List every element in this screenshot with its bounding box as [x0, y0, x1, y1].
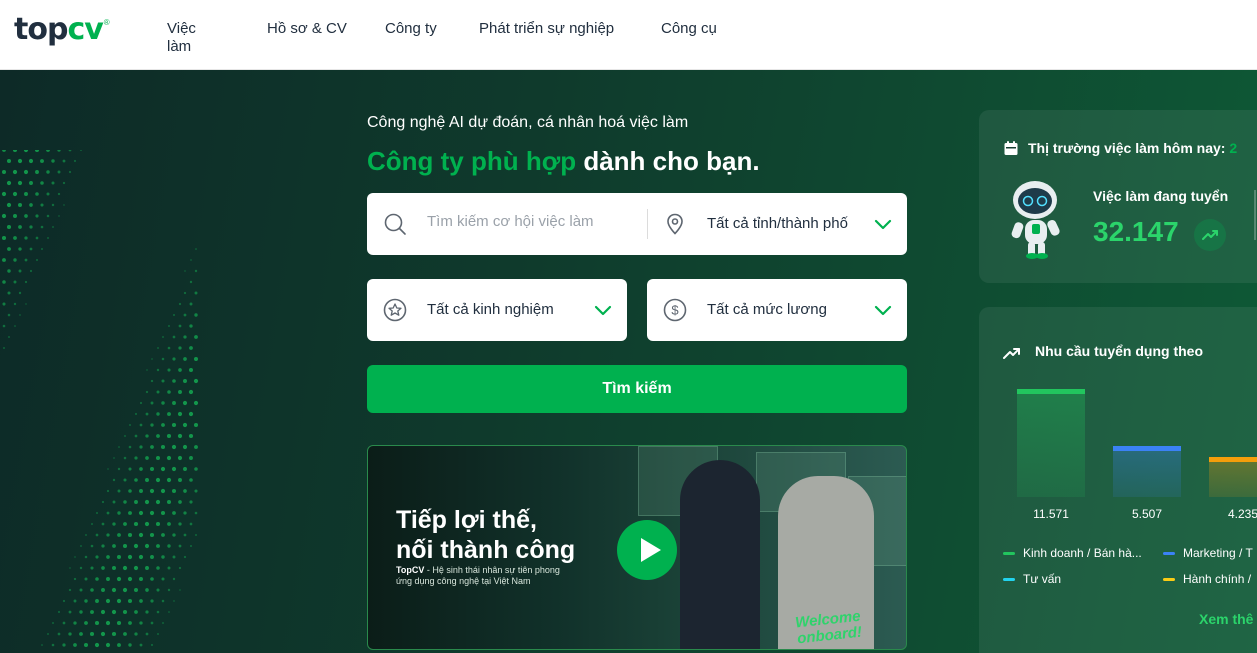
panel-divider	[1254, 190, 1256, 240]
chevron-down-icon[interactable]	[593, 300, 613, 320]
chart-bar	[1017, 389, 1085, 497]
welcome-onboard-text: Welcome onboard!	[794, 608, 864, 648]
banner-title-line2: nối thành công	[396, 536, 576, 564]
location-pin-icon	[667, 213, 683, 235]
headline-accent: Công ty phù hợp	[367, 146, 577, 176]
location-select[interactable]: Tất cả tỉnh/thành phố	[707, 215, 848, 232]
chevron-down-icon[interactable]	[873, 214, 893, 234]
legend-label: Tư vấn	[1023, 572, 1062, 586]
hero-tagline: Công nghệ AI dự đoán, cá nhân hoá việc l…	[367, 114, 689, 131]
chart-bar-cap	[1017, 389, 1085, 394]
banner-title-line1: Tiếp lợi thế,	[396, 506, 537, 534]
logo-text-top: top	[14, 12, 68, 47]
legend-label: Hành chính /	[1183, 572, 1252, 586]
chart-bar-value: 4.235	[1227, 507, 1257, 521]
job-market-panel: Thị trường việc làm hôm nay: 2 Việc làm …	[979, 110, 1257, 283]
banner-subtitle: TopCV - Hệ sinh thái nhân sự tiên phong …	[396, 565, 566, 587]
legend-item: Tư vấn	[1003, 572, 1061, 586]
search-bar: Tất cả tỉnh/thành phố	[367, 193, 907, 255]
market-title-extra: 2	[1229, 140, 1238, 156]
legend-swatch	[1163, 577, 1175, 581]
trending-up-icon	[1003, 348, 1020, 359]
see-more-link[interactable]: Xem thê	[1199, 611, 1253, 627]
nav-career-development[interactable]: Phát triển sự nghiệp	[479, 20, 614, 38]
chevron-down-icon[interactable]	[873, 300, 893, 320]
chart-bar-value: 5.507	[1131, 507, 1163, 521]
experience-select[interactable]: Tất cả kinh nghiệm	[427, 301, 554, 318]
play-video-button[interactable]	[617, 520, 677, 580]
dollar-icon: $	[663, 298, 687, 322]
hiring-demand-panel: Nhu cầu tuyển dụng theo Kinh doanh / Bán…	[979, 307, 1257, 653]
promo-banner[interactable]: Tiếp lợi thế, nối thành công TopCV - Hệ …	[367, 445, 907, 650]
chart-bar-cap	[1113, 445, 1181, 451]
logo-text-cv: cv	[67, 12, 103, 47]
headline-rest: dành cho bạn.	[576, 146, 760, 176]
banner-sub-brand: TopCV	[396, 565, 425, 575]
nav-jobs[interactable]: Việc làm	[167, 20, 196, 56]
demand-title: Nhu cầu tuyển dụng theo	[1035, 343, 1203, 359]
experience-filter[interactable]: Tất cả kinh nghiệm	[367, 279, 627, 341]
legend-swatch	[1003, 577, 1015, 581]
search-input[interactable]	[427, 213, 647, 230]
legend-label: Marketing / T	[1183, 546, 1253, 560]
salary-select[interactable]: Tất cả mức lương	[707, 301, 827, 318]
top-header: top cv ® Việc làm Hồ sơ & CV Công ty Phá…	[0, 0, 1257, 70]
chart-bar-value: 11.571	[1033, 507, 1069, 521]
banner-person-suit	[680, 460, 760, 649]
trending-up-icon	[1194, 219, 1226, 251]
search-icon	[384, 213, 406, 235]
chart-bar	[1209, 457, 1257, 497]
robot-mascot-icon	[1011, 181, 1060, 259]
svg-text:$: $	[671, 303, 679, 318]
market-title: Thị trường việc làm hôm nay: 2	[1028, 140, 1237, 156]
legend-item: Kinh doanh / Bán hà...	[1003, 546, 1142, 560]
search-divider	[647, 209, 648, 239]
calendar-icon	[1004, 141, 1018, 155]
jobs-hiring-label: Việc làm đang tuyển	[1093, 188, 1229, 204]
chart-bar	[1113, 445, 1181, 497]
nav-companies[interactable]: Công ty	[385, 20, 437, 38]
legend-label: Kinh doanh / Bán hà...	[1023, 546, 1142, 560]
star-badge-icon	[383, 298, 407, 322]
legend-swatch	[1003, 551, 1015, 555]
legend-item: Hành chính /	[1163, 572, 1251, 586]
market-title-text: Thị trường việc làm hôm nay:	[1028, 140, 1226, 156]
decorative-dot-pattern	[0, 150, 199, 648]
jobs-hiring-count: 32.147	[1093, 216, 1179, 247]
nav-cv-profile[interactable]: Hồ sơ & CV	[267, 20, 347, 38]
hero-headline: Công ty phù hợp dành cho bạn.	[367, 146, 760, 177]
legend-swatch	[1163, 551, 1175, 555]
salary-filter[interactable]: $ Tất cả mức lương	[647, 279, 907, 341]
nav-tools[interactable]: Công cụ	[661, 20, 717, 38]
registered-mark: ®	[103, 18, 110, 27]
search-button[interactable]: Tìm kiếm	[367, 365, 907, 413]
chart-bar-cap	[1209, 457, 1257, 463]
legend-item: Marketing / T	[1163, 546, 1253, 560]
topcv-logo[interactable]: top cv ®	[14, 12, 110, 52]
